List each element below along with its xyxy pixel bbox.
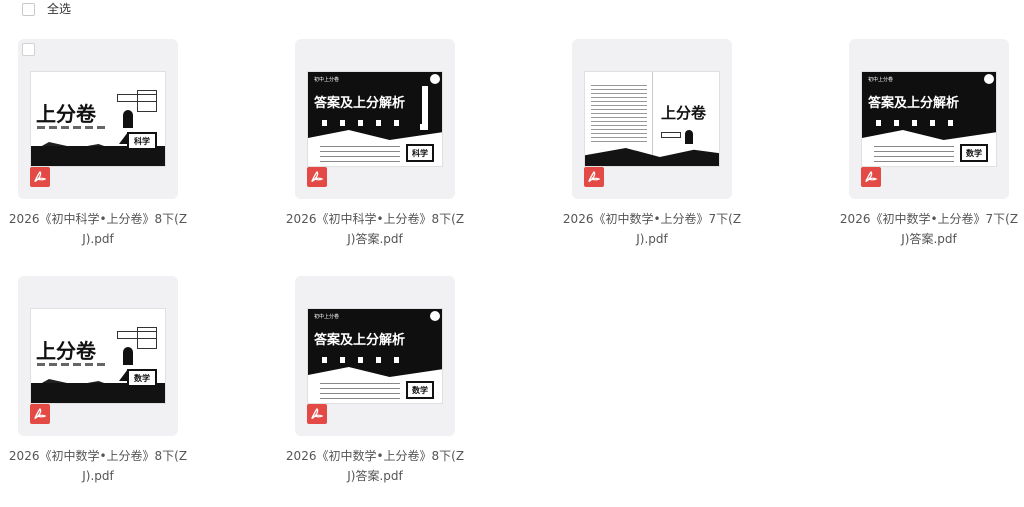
pdf-icon: [30, 404, 50, 424]
file-name[interactable]: 2026《初中数学•上分卷》8下(ZJ)答案.pdf: [285, 446, 465, 486]
pdf-preview: 上分卷: [584, 71, 720, 167]
cover-title: 答案及上分解析: [868, 96, 960, 111]
pdf-preview: 初中上分卷 答案及上分解析 数学: [861, 71, 997, 167]
cover-subject: 科学: [127, 132, 157, 150]
file-thumbnail[interactable]: 初中上分卷 答案及上分解析 数学: [849, 39, 1009, 199]
file-thumbnail[interactable]: 上分卷 数学: [18, 276, 178, 436]
pdf-icon: [861, 167, 881, 187]
file-name[interactable]: 2026《初中科学•上分卷》8下(ZJ)答案.pdf: [285, 209, 465, 249]
cover-title: 答案及上分解析: [314, 96, 406, 111]
cover-title: 上分卷: [661, 104, 707, 122]
pdf-icon: [30, 167, 50, 187]
pdf-preview: 上分卷 数学: [30, 308, 166, 404]
file-thumbnail[interactable]: 初中上分卷 答案及上分解析 科学: [295, 39, 455, 199]
cover-title: 答案及上分解析: [314, 333, 406, 348]
pdf-preview: 初中上分卷 答案及上分解析 科学: [307, 71, 443, 167]
cover-subject: 数学: [127, 369, 157, 387]
cover-title: 上分卷: [36, 102, 96, 126]
file-name[interactable]: 2026《初中数学•上分卷》7下(ZJ).pdf: [562, 209, 742, 249]
cover-subject: 数学: [960, 144, 988, 162]
file-thumbnail[interactable]: 上分卷 科学: [18, 39, 178, 199]
pdf-icon: [584, 167, 604, 187]
file-thumbnail[interactable]: 初中上分卷 答案及上分解析 数学: [295, 276, 455, 436]
pdf-preview: 上分卷 科学: [30, 71, 166, 167]
file-name[interactable]: 2026《初中数学•上分卷》8下(ZJ).pdf: [8, 446, 188, 486]
cover-small-label: 初中上分卷: [314, 77, 340, 83]
select-all-checkbox[interactable]: [22, 2, 35, 16]
pdf-preview: 初中上分卷 答案及上分解析 数学: [307, 308, 443, 404]
select-all[interactable]: 全选: [22, 1, 71, 17]
file-name[interactable]: 2026《初中数学•上分卷》7下(ZJ)答案.pdf: [839, 209, 1019, 249]
cover-title: 上分卷: [36, 339, 96, 363]
cover-small-label: 初中上分卷: [868, 77, 894, 83]
file-checkbox[interactable]: [22, 43, 35, 56]
cover-subject: 科学: [406, 144, 434, 162]
file-thumbnail[interactable]: 上分卷: [572, 39, 732, 199]
pdf-icon: [307, 404, 327, 424]
file-name[interactable]: 2026《初中科学•上分卷》8下(ZJ).pdf: [8, 209, 188, 249]
pdf-icon: [307, 167, 327, 187]
cover-small-label: 初中上分卷: [314, 314, 340, 320]
cover-subject: 数学: [406, 381, 434, 399]
select-all-label: 全选: [47, 2, 72, 16]
